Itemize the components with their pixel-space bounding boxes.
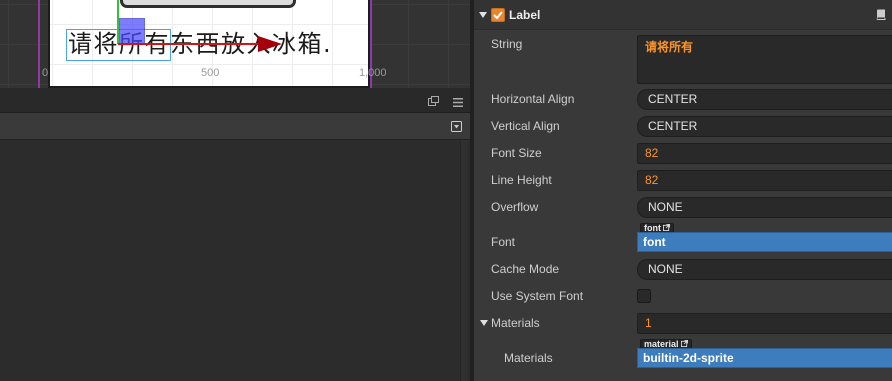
prop-label-font-size: Font Size (491, 146, 542, 160)
scene-node-box[interactable] (120, 0, 296, 8)
use-system-font-checkbox[interactable] (637, 289, 651, 303)
gizmo-x-axis-icon[interactable] (118, 43, 260, 45)
book-icon[interactable] (876, 9, 886, 20)
materials-expand-arrow-icon[interactable] (480, 320, 488, 326)
prop-label-line-height: Line Height (491, 173, 552, 187)
gizmo-y-axis-icon[interactable] (117, 0, 119, 44)
prop-label-overflow: Overflow (491, 200, 539, 214)
menu-icon[interactable] (453, 96, 463, 107)
panel-header (0, 112, 470, 140)
ruler-label: 1,000 (359, 67, 387, 79)
ruler-label: 0 (42, 67, 49, 79)
prop-label-font: Font (491, 235, 516, 249)
horizontal-align-select[interactable]: CENTER (637, 89, 892, 110)
line-height-input[interactable]: 82 (637, 170, 892, 191)
collapse-arrow-icon[interactable] (479, 12, 487, 18)
panel-scrollbar[interactable] (460, 140, 468, 381)
scene-view[interactable]: 请将所有东西放入冰箱. 0 500 1,000 (0, 0, 470, 88)
gizmo-x-arrowhead-icon[interactable] (258, 36, 282, 52)
prop-label-use-system-font: Use System Font (491, 289, 584, 303)
design-resolution-line-left (38, 0, 40, 88)
panel-body (0, 140, 470, 381)
overflow-select[interactable]: NONE (637, 197, 892, 218)
prop-label-materials-item: Materials (504, 351, 553, 365)
prop-label-vertical-align: Vertical Align (491, 119, 560, 133)
inspector-panel: Label String 请将所有 Horizontal Align CENTE… (474, 0, 892, 381)
prop-label-cache-mode: Cache Mode (491, 262, 560, 276)
font-asset-field[interactable]: font (637, 232, 892, 252)
prop-label-string: String (491, 37, 523, 51)
cache-mode-select[interactable]: NONE (637, 259, 892, 280)
dropdown-icon[interactable] (451, 121, 462, 132)
popout-icon[interactable] (428, 95, 439, 106)
font-size-input[interactable]: 82 (637, 143, 892, 164)
prop-label-horizontal-align: Horizontal Align (491, 92, 575, 106)
component-title: Label (509, 8, 541, 22)
ruler-label: 500 (201, 67, 220, 79)
gizmo-center-handle-icon[interactable] (119, 18, 145, 44)
string-textarea[interactable]: 请将所有 (637, 35, 892, 84)
component-header[interactable]: Label (474, 0, 892, 30)
vertical-align-select[interactable]: CENTER (637, 116, 892, 137)
prop-label-materials: Materials (491, 316, 540, 330)
material-asset-field[interactable]: builtin-2d-sprite (637, 348, 892, 368)
panel-toolbar (0, 88, 470, 112)
materials-count-input[interactable]: 1 (637, 313, 892, 334)
component-enabled-checkbox[interactable] (491, 8, 505, 22)
